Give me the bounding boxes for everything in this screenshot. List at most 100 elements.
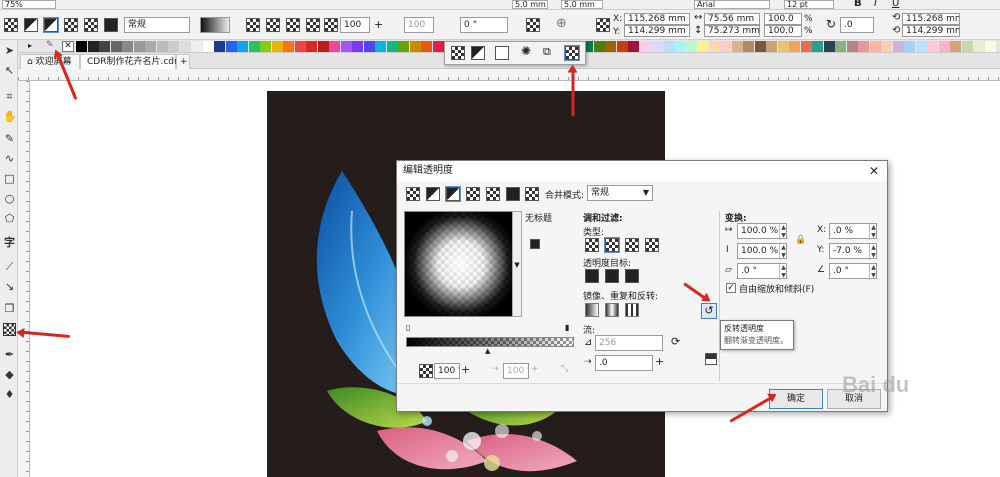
gradient-bar[interactable] [406,337,574,347]
width-field[interactable]: 75.56 mm [704,13,760,25]
color-swatch[interactable] [915,41,927,52]
color-swatch[interactable] [99,41,110,52]
color-swatch[interactable] [892,41,904,52]
dlg-fountain-icon[interactable] [445,186,461,202]
scale-x-field[interactable]: 100.0 [764,13,802,25]
color-swatch[interactable] [904,41,915,52]
color-swatch[interactable] [248,41,260,52]
color-swatch[interactable] [87,41,99,52]
color-swatch[interactable] [237,41,248,52]
midpoint-icon[interactable]: ▲ [485,347,490,355]
merge-mode-select[interactable]: 常规 [124,17,190,33]
rotate-spinner[interactable]: ▲ ▼ [869,264,877,280]
pan-tool-icon[interactable]: ✋ [3,110,17,123]
color-swatch[interactable] [697,41,708,52]
conical-type-icon[interactable] [625,238,639,252]
color-swatch[interactable] [432,41,444,52]
color-swatch[interactable] [409,41,421,52]
font-select[interactable]: Arial [694,0,770,9]
color-swatch[interactable] [225,41,237,52]
connector-tool-icon[interactable]: ↘ [3,280,16,293]
no-color-swatch[interactable]: ✕ [62,41,74,52]
drop-shadow-tool-icon[interactable]: ❐ [3,302,16,315]
target-all-icon[interactable] [625,269,639,283]
flyout-envelope-icon[interactable] [495,46,509,60]
dlg-vector-pattern-icon[interactable] [466,187,480,201]
steps-input[interactable]: 256 [595,335,663,351]
node-opacity-field[interactable]: 100 [340,17,370,33]
tab-document[interactable]: CDR制作花卉名片.cdr [80,54,178,69]
italic-button[interactable]: I [874,0,877,9]
color-swatch[interactable] [605,41,616,52]
color-swatch[interactable] [720,41,731,52]
dlg-texture-icon[interactable] [525,187,539,201]
color-swatch[interactable] [858,41,869,52]
bitmap-pattern-icon[interactable] [84,18,98,32]
color-swatch[interactable] [306,41,317,52]
duplicate-distance-field[interactable]: 5.0 mm [561,0,603,9]
parallel-dimension-icon[interactable]: ⟋ [3,260,16,273]
angle-field[interactable]: 0 ° [460,17,508,33]
dlg-uniform-icon[interactable] [426,187,440,201]
rectangular-type-icon[interactable] [645,238,659,252]
preview-dropdown-arrow[interactable]: ▼ [512,211,522,317]
vector-pattern-icon[interactable] [64,18,78,32]
ellipse-tool-icon[interactable]: ○ [3,192,16,205]
horizontal-ruler[interactable] [18,69,1000,81]
elliptical-fountain-icon[interactable] [266,18,280,32]
eyedropper-icon[interactable]: ✎ [46,40,54,50]
add-node-icon[interactable]: + [461,363,470,376]
reverse-transparency-button[interactable]: ↺ [701,303,717,319]
crop-tool-icon[interactable]: ⌗ [3,90,16,103]
default-fill-icon[interactable] [585,303,599,317]
scale-width-spinner[interactable]: ▲ ▼ [779,224,787,240]
color-swatch[interactable] [122,41,133,52]
center-y-field[interactable]: 114.299 mm [902,25,960,37]
color-swatch[interactable] [800,41,812,52]
scale-y-field[interactable]: 100.0 [764,25,802,37]
color-swatch[interactable] [766,41,777,52]
color-swatch[interactable] [317,41,329,52]
height-field[interactable]: 75.273 mm [704,25,760,37]
no-transparency-icon[interactable] [4,18,18,32]
artistic-media-icon[interactable]: ∿ [3,152,16,165]
linear-type-icon[interactable] [585,238,599,252]
tab-welcome[interactable]: ⌂ 欢迎屏幕 [20,54,80,69]
color-swatch[interactable] [961,41,973,52]
color-swatch[interactable] [651,41,662,52]
reset-icon[interactable]: ⤡ [561,364,568,374]
color-swatch[interactable] [421,41,432,52]
color-swatch[interactable] [340,41,352,52]
start-node-icon[interactable]: ▯ [406,323,410,332]
palette-scroll-icon[interactable]: ▸ [28,41,32,50]
color-swatch[interactable] [846,41,858,52]
color-swatch[interactable] [927,41,938,52]
underline-button[interactable]: U [892,0,899,9]
color-swatch[interactable] [191,41,202,52]
color-swatch[interactable] [398,41,409,52]
color-swatch[interactable] [973,41,984,52]
y-position-field[interactable]: 114.299 mm [624,25,690,37]
conical-fountain-icon[interactable] [286,18,300,32]
color-swatch[interactable] [283,41,294,52]
color-swatch[interactable] [685,41,697,52]
two-color-pattern-icon[interactable] [104,18,118,32]
color-swatch[interactable] [616,41,628,52]
linear-fountain-icon[interactable] [246,18,260,32]
dlg-two-color-icon[interactable] [506,187,520,201]
color-swatch[interactable] [835,41,846,52]
color-swatch[interactable] [593,41,605,52]
text-tool-icon[interactable]: 字 [3,236,16,249]
lock-steps-icon[interactable]: ⟳ [671,335,680,348]
node-position-input[interactable]: 100 % [503,363,529,379]
fountain-transparency-icon[interactable] [43,17,59,33]
color-swatch[interactable] [881,41,892,52]
color-swatch[interactable] [145,41,156,52]
color-swatch[interactable] [984,41,996,52]
color-swatch[interactable] [777,41,789,52]
repeat-fill-icon[interactable] [625,303,639,317]
flyout-contour-icon[interactable] [471,46,485,60]
color-swatch[interactable] [812,41,823,52]
flyout-transparency-icon[interactable] [564,45,580,61]
target-outline-icon[interactable] [605,269,619,283]
